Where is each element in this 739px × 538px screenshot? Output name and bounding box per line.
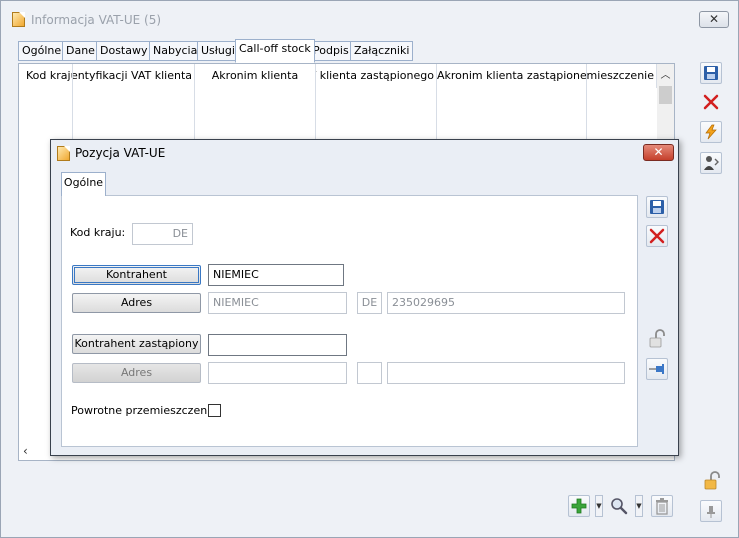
adres-zastapiony-nip-field[interactable]: [387, 362, 625, 384]
dialog-document-icon: [57, 146, 70, 161]
grid-header-nip-klienta-zastapionego[interactable]: Numer Identyfikacji VAT klienta zastąpio…: [316, 64, 437, 88]
tab-podpis[interactable]: Podpis: [309, 41, 353, 61]
grid-header-nip-klienta[interactable]: Numer Identyfikacji VAT klienta: [73, 64, 195, 88]
delete-button[interactable]: [700, 91, 722, 113]
search-icon: [611, 498, 628, 515]
tab-uslugi[interactable]: Usługi: [197, 41, 239, 61]
dialog-title: Pozycja VAT-UE: [75, 146, 166, 160]
lightning-icon: [705, 124, 717, 140]
adres-button[interactable]: Adres: [72, 293, 201, 313]
save-button[interactable]: [700, 62, 722, 84]
adres-zastapiony-button[interactable]: Adres: [72, 363, 201, 383]
adres-name-field[interactable]: NIEMIEC: [208, 292, 347, 314]
dialog-pin-button[interactable]: [646, 358, 668, 380]
scroll-thumb[interactable]: [659, 86, 672, 104]
padlock-icon: [649, 329, 665, 348]
window-title: Informacja VAT-UE (5): [31, 13, 162, 27]
search-button[interactable]: [608, 495, 630, 517]
save-icon: [650, 200, 664, 214]
window-close-button[interactable]: ✕: [699, 11, 729, 28]
kontrahent-button[interactable]: Kontrahent: [72, 265, 201, 285]
app-document-icon: [12, 12, 25, 27]
kod-kraju-label: Kod kraju:: [70, 226, 126, 239]
adres-zastapiony-country-field[interactable]: [357, 362, 382, 384]
user-report-button[interactable]: [700, 152, 722, 174]
powrotne-przemieszczenie-checkbox[interactable]: [208, 404, 221, 417]
tab-dane[interactable]: Dane: [62, 41, 99, 61]
adres-zastapiony-name-field[interactable]: [208, 362, 347, 384]
pin-icon: [707, 506, 715, 518]
trash-icon: [656, 498, 668, 515]
dialog-cancel-button[interactable]: [646, 225, 668, 247]
powrotne-przemieszczenie-label: Powrotne przemieszczenie: [71, 404, 218, 417]
grid-header-akronim-klienta[interactable]: Akronim klienta: [195, 64, 316, 88]
kontrahent-zastapiony-button[interactable]: Kontrahent zastąpiony: [72, 334, 201, 354]
delete-icon: [703, 94, 719, 110]
pin-icon: [649, 364, 664, 374]
search-dropdown-button[interactable]: ▼: [635, 495, 643, 517]
tab-zalaczniki[interactable]: Załączniki: [350, 41, 414, 61]
grid-header-kod-kraju[interactable]: Kod kraju: [19, 64, 73, 88]
dialog-save-button[interactable]: [646, 196, 668, 218]
tab-call-off-stock[interactable]: Call-off stock: [235, 39, 315, 63]
add-dropdown-button[interactable]: ▼: [595, 495, 603, 517]
lock-button[interactable]: [702, 471, 722, 491]
dialog-lock-button[interactable]: [646, 328, 668, 350]
padlock-icon: [704, 471, 720, 490]
adres-nip-field[interactable]: 235029695: [387, 292, 625, 314]
scroll-left-arrow-icon[interactable]: ‹: [23, 444, 28, 458]
dialog-tab-ogolne[interactable]: Ogólne: [61, 172, 106, 196]
dialog-close-button[interactable]: ✕: [643, 144, 674, 161]
trash-button[interactable]: [651, 495, 673, 517]
scroll-up-arrow-icon[interactable]: ︿: [657, 66, 674, 82]
pozycja-vat-ue-dialog: Pozycja VAT-UE ✕ Ogólne Kod kraju: DE Ko…: [50, 139, 679, 456]
cancel-icon: [649, 228, 665, 244]
dialog-general-panel: Kod kraju: DE Kontrahent NIEMIEC Adres N…: [61, 195, 638, 447]
user-report-icon: [704, 156, 719, 170]
grid-header-powrotne[interactable]: Powrotne przemieszczenie: [587, 64, 657, 88]
tab-ogolne[interactable]: Ogólne: [18, 41, 66, 61]
tab-dostawy[interactable]: Dostawy: [96, 41, 152, 61]
grid-header-akronim-zastapionego[interactable]: Akronim klienta zastąpionego: [437, 64, 587, 88]
adres-country-field[interactable]: DE: [357, 292, 382, 314]
generate-button[interactable]: [700, 121, 722, 143]
tab-nabycia[interactable]: Nabycia: [149, 41, 202, 61]
add-icon: [571, 498, 587, 514]
save-icon: [704, 66, 718, 80]
kod-kraju-field[interactable]: DE: [132, 223, 193, 245]
kontrahent-zastapiony-field[interactable]: [208, 334, 347, 356]
add-button[interactable]: [568, 495, 590, 517]
pin-button[interactable]: [700, 500, 722, 522]
kontrahent-field[interactable]: NIEMIEC: [208, 264, 344, 286]
